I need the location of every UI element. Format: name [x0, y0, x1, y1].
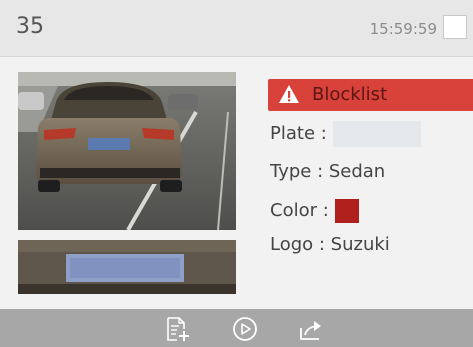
plate-label: Plate : [270, 123, 327, 144]
select-checkbox[interactable] [443, 15, 467, 39]
export-icon[interactable] [298, 316, 324, 342]
color-row: Color : [270, 199, 359, 223]
capture-id: 35 [16, 14, 44, 39]
vehicle-scene-graphic [18, 72, 236, 230]
capture-timestamp: 15:59:59 [369, 20, 437, 38]
vehicle-scene-image[interactable] [18, 72, 236, 230]
add-to-list-icon[interactable] [164, 316, 190, 342]
color-swatch [334, 199, 359, 223]
plate-row: Plate : [270, 121, 421, 147]
type-row: Type : Sedan [270, 161, 385, 182]
type-text: Type : Sedan [270, 161, 386, 182]
license-plate-graphic [18, 240, 236, 294]
capture-card: 35 15:59:59 Blocklist Plate: Type: Sed… [0, 0, 473, 347]
blocklist-label: Blocklist [312, 84, 388, 105]
license-plate-image[interactable] [18, 240, 236, 294]
blocklist-badge: Blocklist [268, 79, 473, 111]
warning-icon [279, 85, 299, 103]
logo-row: Logo : Suzuki [270, 234, 390, 255]
play-icon[interactable] [232, 316, 258, 342]
logo-text: Logo : Suzuki [270, 234, 390, 255]
card-footer [0, 309, 473, 347]
plate-value [332, 121, 421, 147]
color-label: Color : [270, 200, 329, 221]
card-header: 35 15:59:59 [0, 0, 473, 57]
